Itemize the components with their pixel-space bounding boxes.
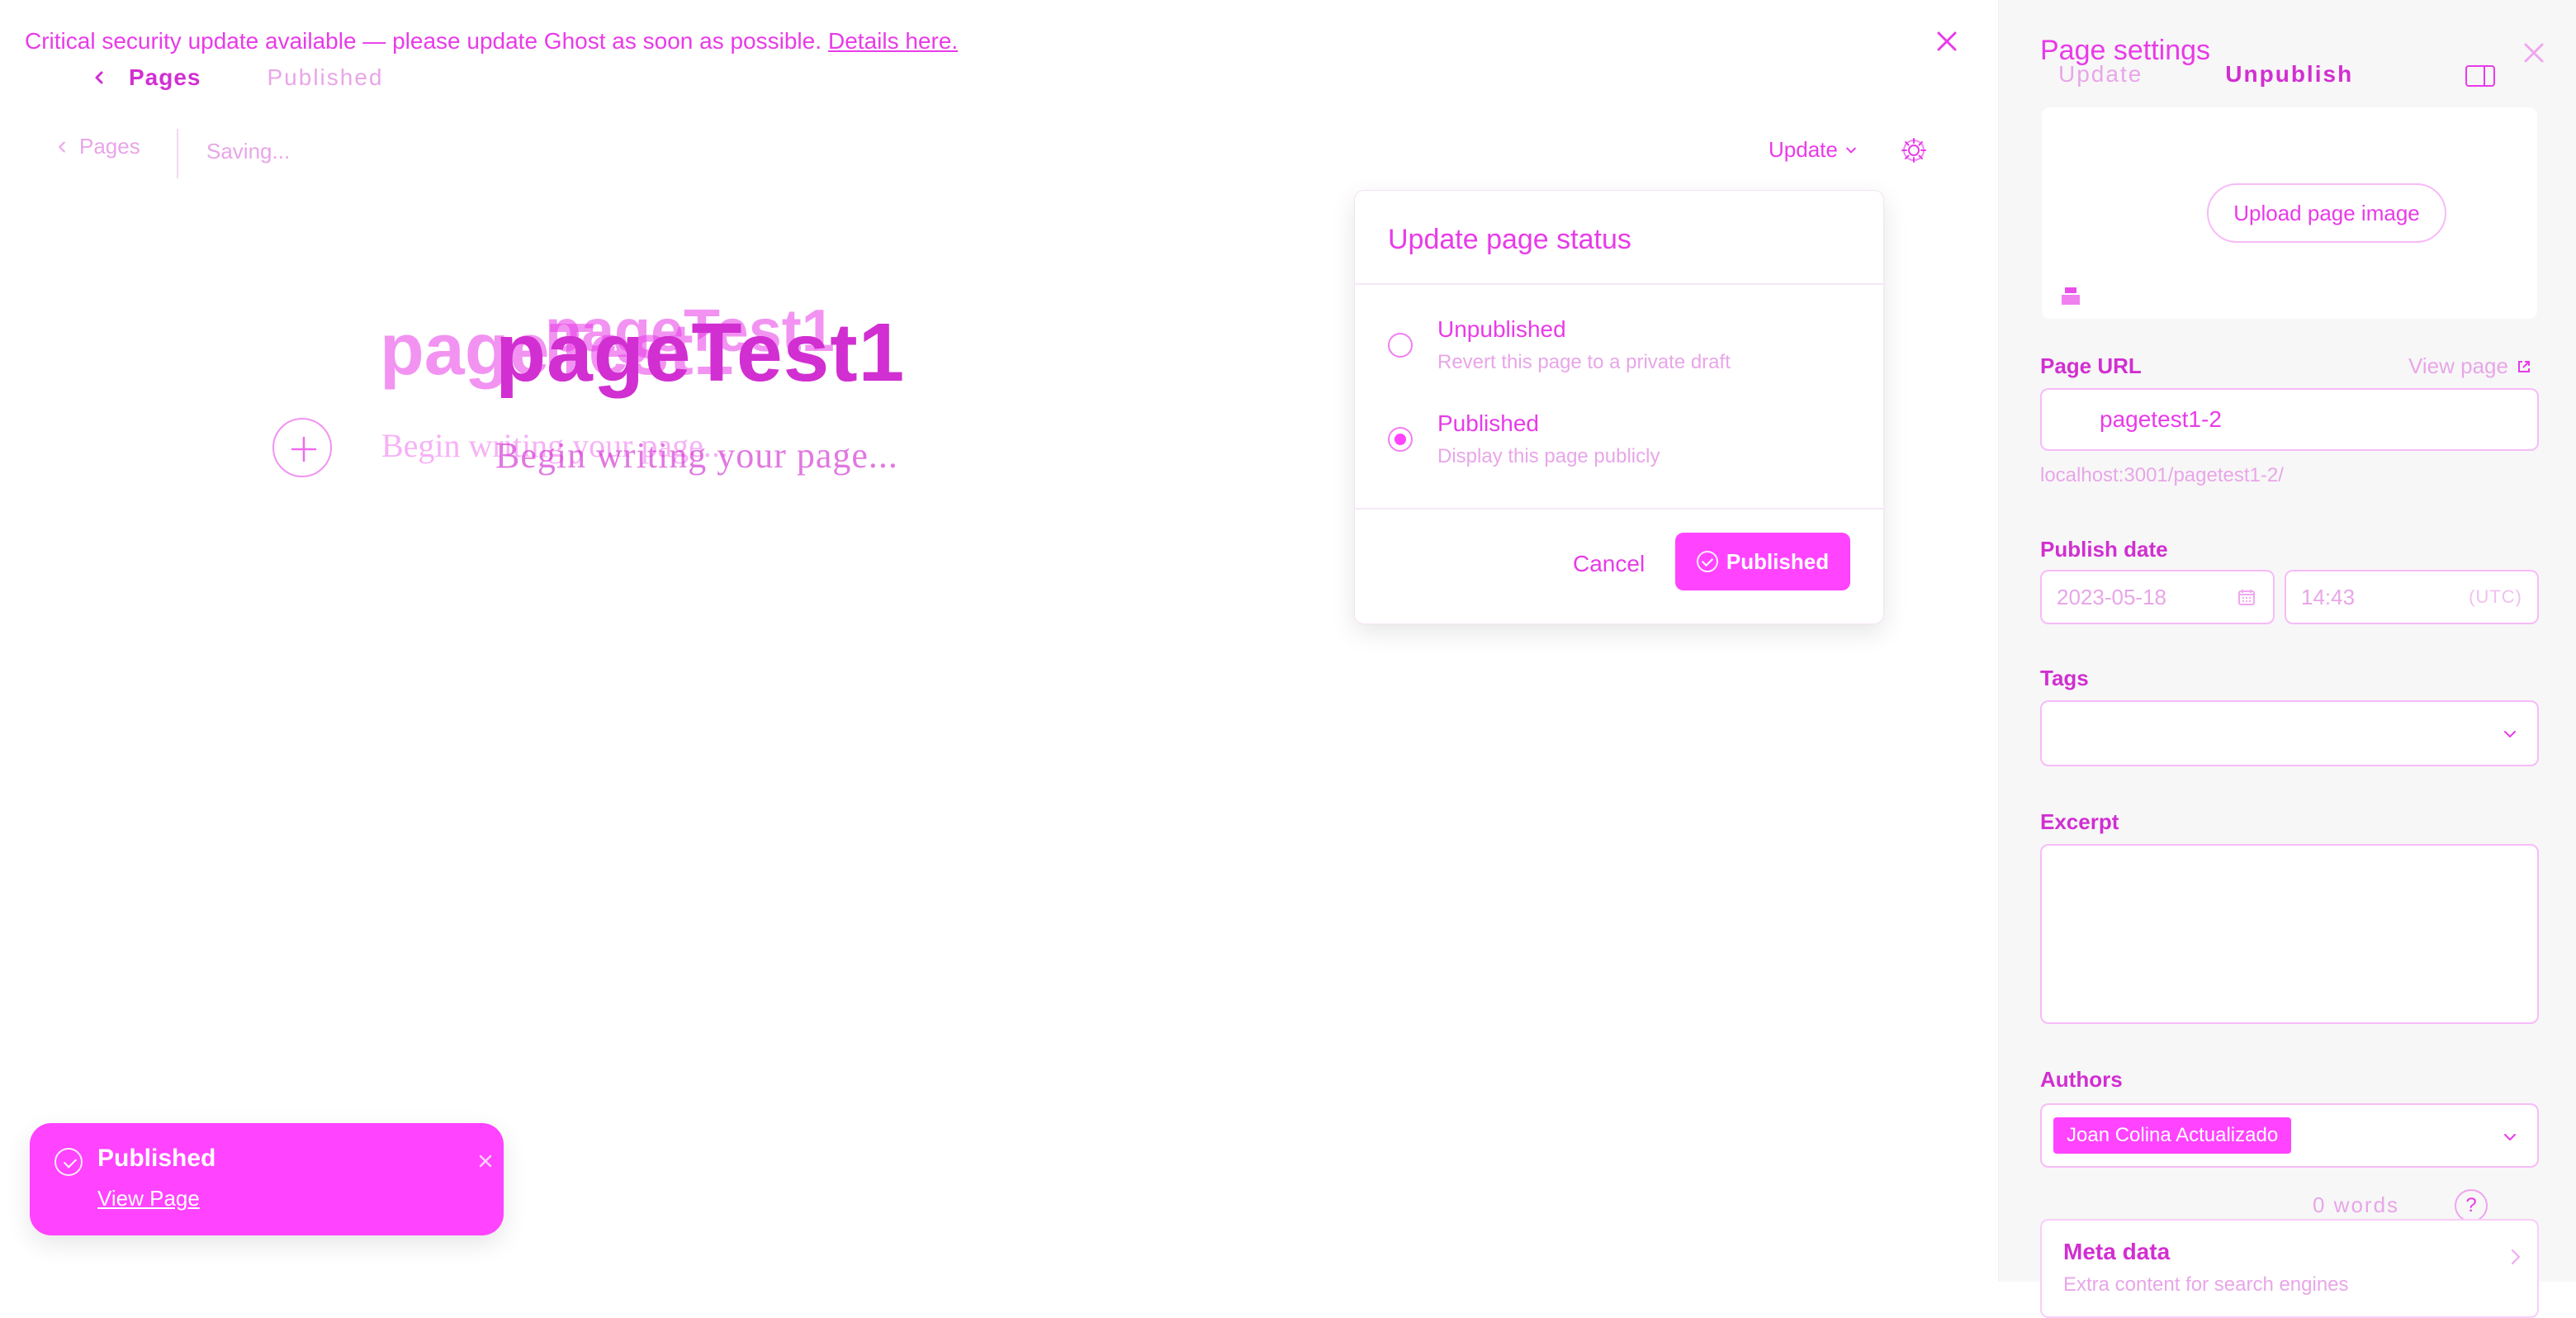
option-desc-published: Display this page publicly [1437,445,1660,467]
chevron-left-icon [91,69,107,86]
radio-published[interactable] [1388,427,1413,452]
settings-unpublish[interactable]: Unpublish [2225,61,2353,88]
banner-message: Critical security update available — ple… [25,28,822,54]
settings-close-icon[interactable] [2517,36,2550,69]
cancel-button[interactable]: Cancel [1573,551,1645,577]
meta-description: Extra content for search engines [2063,1273,2349,1296]
upload-page-image-button[interactable]: Upload page image [2207,183,2446,243]
publish-date-value: 2023-05-18 [2057,584,2166,609]
option-label-unpublished: Unpublished [1437,316,1566,342]
editor-topbar: Pages Saving... Update [0,124,1998,182]
close-icon [479,1154,492,1168]
timezone-label: (UTC) [2469,586,2522,607]
toast-close-icon[interactable] [472,1148,499,1174]
subheader: Pages Published [91,61,383,94]
toast-view-page-link[interactable]: View Page [97,1186,200,1211]
image-icon [2062,287,2080,305]
page-settings-panel: Page settings Update Unpublish Upload pa… [1998,0,2576,1318]
excerpt-label: Excerpt [2040,809,2119,834]
update-label: Update [1769,137,1838,162]
popover-divider-bottom [1355,508,1883,510]
publish-time-value: 14:43 [2301,584,2356,609]
page-title[interactable]: pageTest1 [495,306,905,401]
popover-title: Update page status [1388,224,1631,255]
chevron-down-icon [2498,722,2522,747]
page-url-input[interactable]: pagetest1-2 [2040,388,2539,451]
help-icon[interactable]: ? [2455,1189,2488,1222]
meta-data-section[interactable]: Meta data Extra content for search engin… [2040,1219,2539,1318]
gear-icon [1901,138,1926,163]
chevron-down-icon [2498,1125,2522,1150]
banner-details-link[interactable]: Details here. [828,28,958,55]
settings-gear-icon[interactable] [1899,135,1929,165]
published-button[interactable]: Published [1675,533,1850,590]
chevron-left-icon [54,140,69,154]
check-circle-icon [54,1148,83,1176]
view-page-text: View page [2408,353,2508,378]
publish-date-input[interactable]: 2023-05-18 [2040,570,2275,624]
radio-unpublished[interactable] [1388,333,1413,358]
save-status: Saving... [206,139,291,164]
update-dropdown[interactable]: Update [1769,137,1858,163]
plus-icon [291,436,317,462]
chevron-down-icon [1844,144,1858,157]
sidebar-toggle-icon [2465,65,2495,87]
option-desc-unpublished: Revert this page to a private draft [1437,351,1731,373]
meta-title: Meta data [2063,1239,2171,1264]
popover-divider-top [1355,283,1883,285]
editor-placeholder[interactable]: Begin writing your page... [495,434,898,476]
view-page-link[interactable]: View page [2408,353,2531,379]
settings-update[interactable]: Update [2058,61,2143,88]
close-icon [1937,31,1957,51]
close-icon [2524,43,2544,63]
topbar-divider [177,129,178,178]
page-url-full: localhost:3001/pagetest1-2/ [2040,464,2284,486]
tags-input[interactable] [2040,700,2539,766]
word-count: 0 words [2313,1192,2400,1217]
radio-selected-dot [1395,434,1406,445]
toggle-sidebar-icon[interactable] [2461,59,2499,92]
publish-date-label: Publish date [2040,537,2168,562]
page-url-label: Page URL [2040,353,2142,378]
status-option-published[interactable]: Published Display this page publicly [1388,410,1850,468]
calendar-icon [2235,586,2258,609]
settings-actions: Update Unpublish [2058,61,2353,88]
subheader-published: Published [267,64,384,90]
authors-select[interactable]: Joan Colina Actualizado [2040,1103,2539,1168]
authors-label: Authors [2040,1067,2123,1092]
check-circle-icon [1696,551,1718,572]
banner-close-icon[interactable] [1930,25,1963,58]
toast-published: Published View Page [30,1123,504,1235]
author-chip[interactable]: Joan Colina Actualizado [2053,1117,2292,1154]
toast-title: Published [97,1145,216,1172]
add-card-button[interactable] [272,418,332,477]
subheader-pages[interactable]: Pages [129,64,201,91]
publish-time-input[interactable]: 14:43 (UTC) [2285,570,2539,624]
option-label-published: Published [1437,410,1539,436]
unsplash-icon[interactable] [2057,281,2085,309]
page-image-box: Upload page image [2042,107,2537,319]
update-status-popover: Update page status Unpublished Revert th… [1354,190,1884,624]
published-button-label: Published [1726,548,1830,574]
external-link-icon [2517,359,2531,374]
back-to-pages[interactable]: Pages [54,134,140,159]
status-option-unpublished[interactable]: Unpublished Revert this page to a privat… [1388,316,1850,374]
tags-label: Tags [2040,666,2089,690]
excerpt-textarea[interactable] [2040,844,2539,1024]
chevron-right-icon [2504,1245,2527,1268]
back-label: Pages [79,134,140,159]
